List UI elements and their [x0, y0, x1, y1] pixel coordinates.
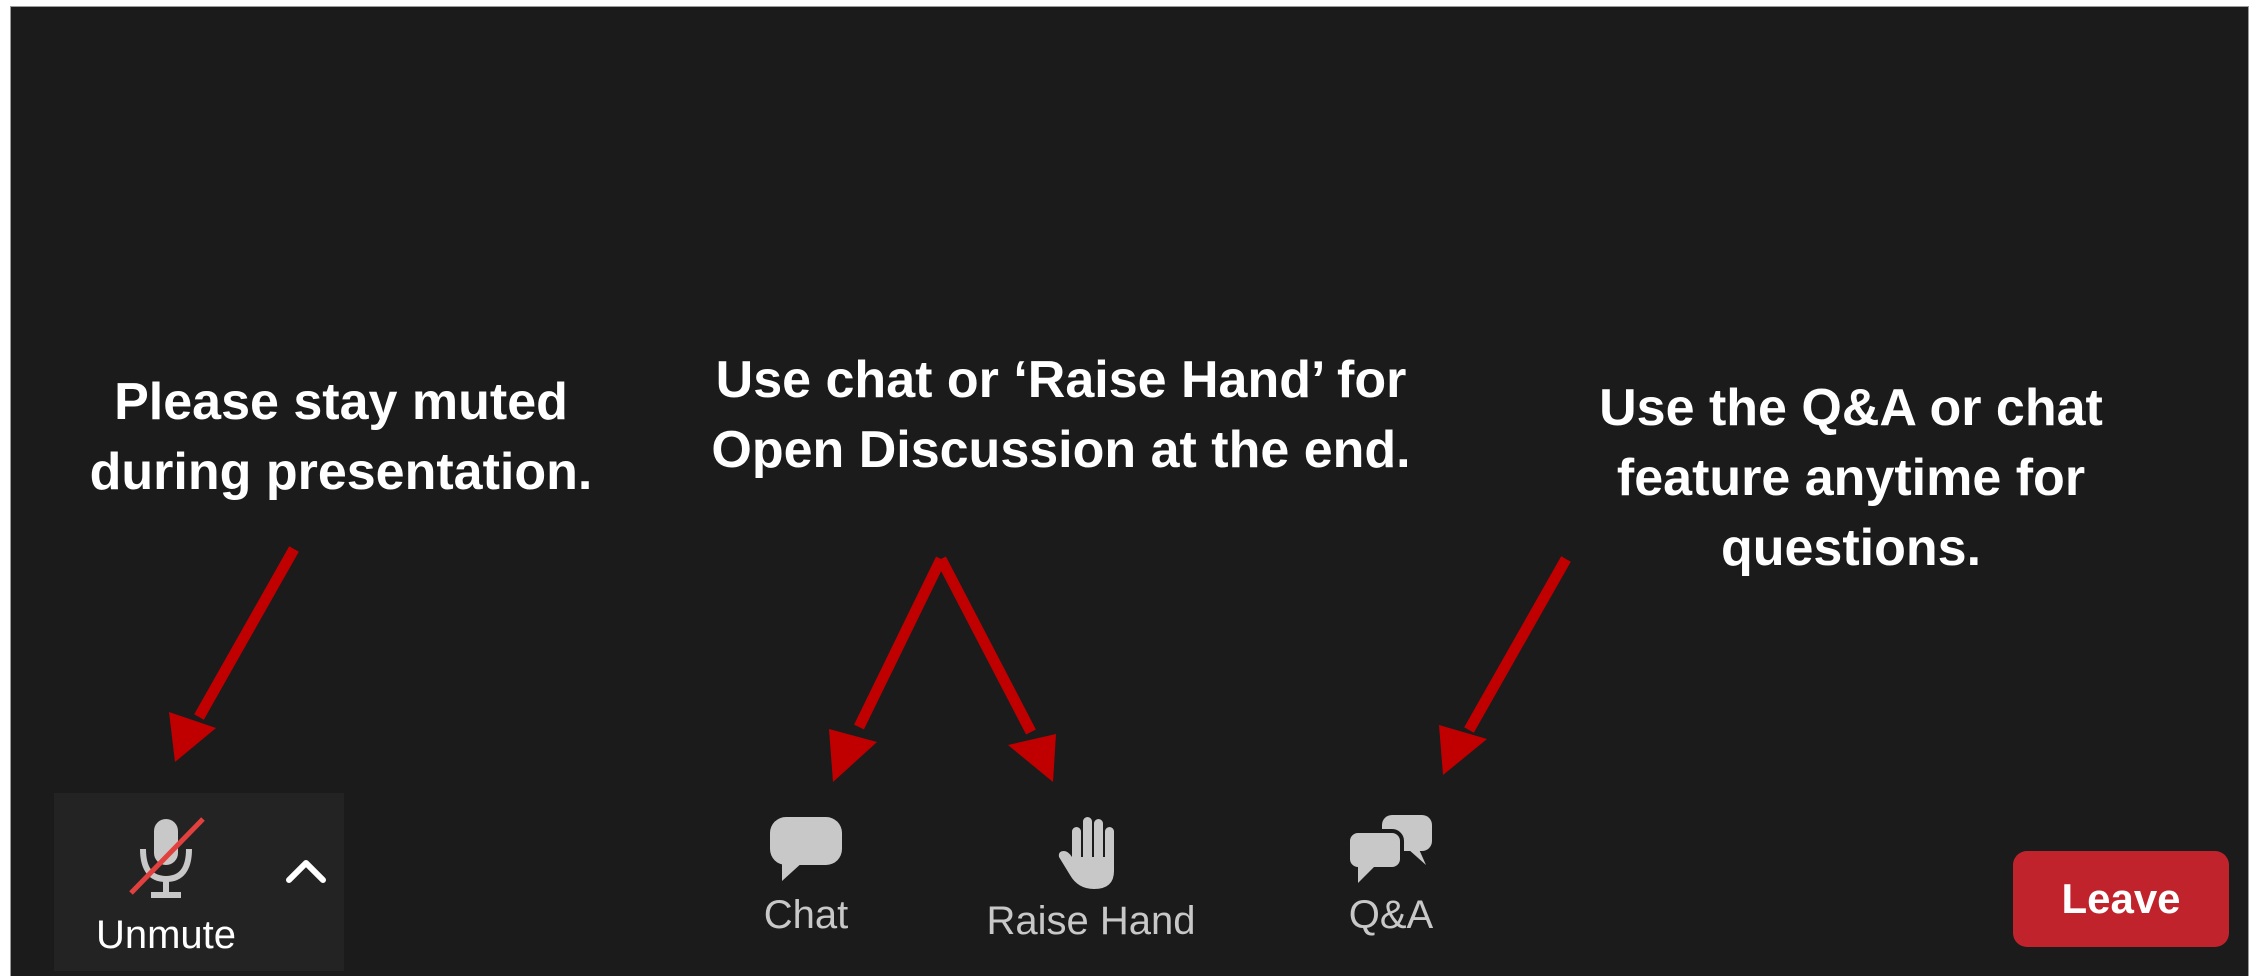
unmute-button[interactable]: Unmute	[76, 813, 256, 958]
arrow-to-unmute	[169, 546, 299, 762]
leave-button[interactable]: Leave	[2013, 851, 2229, 947]
chat-button[interactable]: Chat	[746, 813, 866, 938]
microphone-muted-icon	[129, 817, 205, 898]
unmute-label: Unmute	[95, 913, 237, 957]
qa-button[interactable]: Q&A	[1311, 813, 1471, 938]
audio-options-button[interactable]	[281, 847, 331, 897]
mute-instruction: Please stay muted during presentation.	[89, 373, 593, 501]
chat-instruction: Use chat or ‘Raise Hand’ for Open Discus…	[711, 351, 1411, 479]
chevron-up-icon	[286, 860, 326, 883]
arrow-to-chat	[829, 556, 946, 782]
qa-label: Q&A	[1348, 893, 1434, 937]
raise-hand-label: Raise Hand	[986, 899, 1196, 943]
arrow-to-raise-hand	[936, 556, 1056, 782]
chat-bubble-icon	[770, 817, 842, 881]
meeting-window: Please stay muted during presentation. U…	[10, 6, 2249, 976]
arrow-to-qa	[1439, 556, 1571, 775]
qa-instruction: Use the Q&A or chat feature anytime for …	[1599, 379, 2103, 577]
raise-hand-button[interactable]: Raise Hand	[971, 813, 1211, 944]
qa-bubbles-icon	[1346, 815, 1432, 883]
raised-hand-icon	[1058, 817, 1114, 889]
chat-label: Chat	[763, 893, 849, 937]
